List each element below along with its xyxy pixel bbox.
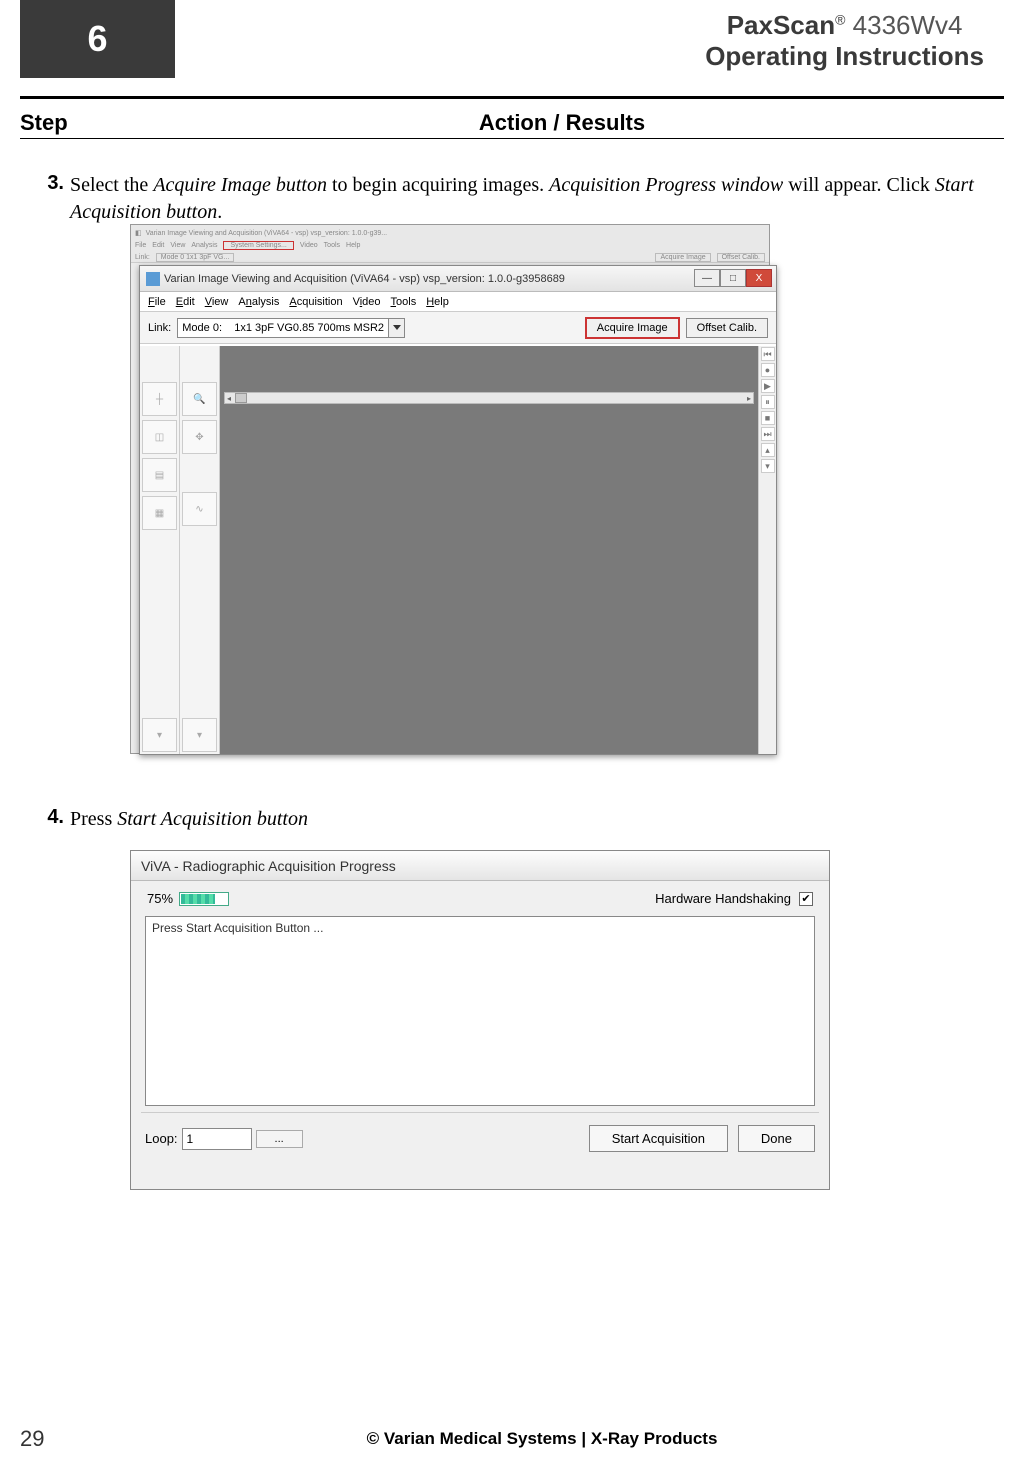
tool-icon[interactable]: ✥: [182, 420, 217, 454]
copyright: © Varian Medical Systems | X-Ray Product…: [80, 1429, 1004, 1449]
close-button[interactable]: X: [746, 269, 772, 287]
workspace: ┼ ◫ ▤ ▦ ▾ 🔍 ✥ ∿ ▾ ◂ ▸: [140, 346, 776, 754]
loop-browse-button[interactable]: ...: [256, 1130, 303, 1148]
maximize-button[interactable]: □: [720, 269, 746, 287]
start-acquisition-button[interactable]: Start Acquisition: [589, 1125, 728, 1152]
app-icon: [146, 272, 160, 286]
registered-mark: ®: [835, 11, 845, 27]
nav-play-icon[interactable]: ▶: [761, 379, 775, 393]
chapter-tab: 6: [20, 0, 175, 78]
loop-label: Loop:: [145, 1131, 178, 1146]
menu-edit[interactable]: Edit: [176, 296, 195, 308]
doc-header: PaxScan® 4336Wv4 Operating Instructions: [705, 10, 984, 72]
done-button[interactable]: Done: [738, 1125, 815, 1152]
hardware-handshaking-group: Hardware Handshaking ✔: [655, 891, 813, 906]
dialog-title[interactable]: ViVA - Radiographic Acquisition Progress: [131, 851, 829, 881]
model-number: 4336Wv4: [853, 10, 963, 40]
chevron-down-icon[interactable]: [388, 319, 404, 337]
acquire-image-button[interactable]: Acquire Image: [585, 317, 680, 339]
nav-pause-icon[interactable]: ⏸: [761, 395, 775, 409]
screenshot-viva-main: ◧Varian Image Viewing and Acquisition (V…: [130, 224, 770, 754]
viva-main-window: Varian Image Viewing and Acquisition (Vi…: [139, 265, 777, 755]
menu-file[interactable]: File: [148, 296, 166, 308]
left-toolbar-2: 🔍 ✥ ∿ ▾: [180, 346, 220, 754]
window-title: Varian Image Viewing and Acquisition (Vi…: [164, 273, 565, 285]
tool-icon[interactable]: 🔍: [182, 382, 217, 416]
hardware-handshaking-checkbox[interactable]: ✔: [799, 892, 813, 906]
mode-input[interactable]: [178, 322, 388, 334]
page-footer: 29 © Varian Medical Systems | X-Ray Prod…: [20, 1426, 1004, 1452]
tool-icon[interactable]: ▦: [142, 496, 177, 530]
tool-icon[interactable]: ▾: [142, 718, 177, 752]
step-3-text: Select the Acquire Image button to begin…: [70, 172, 1004, 226]
scroll-thumb[interactable]: [235, 393, 247, 403]
doc-subtitle: Operating Instructions: [705, 41, 984, 72]
menu-help[interactable]: Help: [426, 296, 449, 308]
progress-bar: [179, 892, 229, 906]
step-4-row: 4. Press Start Acquisition button: [20, 806, 1004, 833]
nav-down-icon[interactable]: ▾: [761, 459, 775, 473]
nav-first-icon[interactable]: ⏮: [761, 347, 775, 361]
toolbar: Link: Acquire Image Offset Calib.: [140, 312, 776, 344]
menu-view[interactable]: View: [205, 296, 229, 308]
hardware-handshaking-label: Hardware Handshaking: [655, 891, 791, 906]
log-textarea[interactable]: Press Start Acquisition Button ...: [145, 916, 815, 1106]
offset-calib-button[interactable]: Offset Calib.: [686, 318, 768, 338]
page-number: 29: [20, 1426, 80, 1452]
link-label: Link:: [148, 322, 171, 334]
menu-acquisition[interactable]: Acquisition: [289, 296, 342, 308]
menu-analysis[interactable]: Analysis: [238, 296, 279, 308]
tool-icon[interactable]: ◫: [142, 420, 177, 454]
progress-percent: 75%: [147, 891, 173, 906]
step-4-number: 4.: [20, 806, 70, 833]
nav-stop-icon[interactable]: ■: [761, 411, 775, 425]
left-toolbar-1: ┼ ◫ ▤ ▦ ▾: [140, 346, 180, 754]
right-toolbar: ⏮ ● ▶ ⏸ ■ ⏭ ▴ ▾: [758, 346, 776, 754]
progress-group: 75%: [147, 891, 229, 906]
table-header: Step Action / Results: [20, 110, 1004, 139]
menu-video[interactable]: Video: [353, 296, 381, 308]
screenshot-acquisition-progress: ViVA - Radiographic Acquisition Progress…: [130, 850, 830, 1190]
horizontal-scrollbar[interactable]: ◂ ▸: [224, 392, 754, 404]
brand: PaxScan: [727, 10, 835, 40]
tool-icon[interactable]: ∿: [182, 492, 217, 526]
tool-icon[interactable]: ▤: [142, 458, 177, 492]
nav-up-icon[interactable]: ▴: [761, 443, 775, 457]
nav-rec-icon[interactable]: ●: [761, 363, 775, 377]
menubar: File Edit View Analysis Acquisition Vide…: [140, 292, 776, 312]
faint-system-settings: System Settings...: [223, 241, 293, 250]
faint-background-window: ◧Varian Image Viewing and Acquisition (V…: [131, 225, 769, 263]
image-canvas[interactable]: ◂ ▸: [220, 346, 758, 754]
step-3-row: 3. Select the Acquire Image button to be…: [20, 172, 1004, 226]
minimize-button[interactable]: —: [694, 269, 720, 287]
tool-icon[interactable]: ┼: [142, 382, 177, 416]
header-rule: [20, 96, 1004, 99]
step-4-text: Press Start Acquisition button: [70, 806, 1004, 833]
step-3-number: 3.: [20, 172, 70, 226]
tool-icon[interactable]: ▾: [182, 718, 217, 752]
menu-tools[interactable]: Tools: [391, 296, 417, 308]
col-action: Action / Results: [120, 110, 1004, 136]
titlebar[interactable]: Varian Image Viewing and Acquisition (Vi…: [140, 266, 776, 292]
col-step: Step: [20, 110, 120, 136]
mode-dropdown[interactable]: [177, 318, 405, 338]
loop-input[interactable]: [182, 1128, 252, 1150]
nav-last-icon[interactable]: ⏭: [761, 427, 775, 441]
